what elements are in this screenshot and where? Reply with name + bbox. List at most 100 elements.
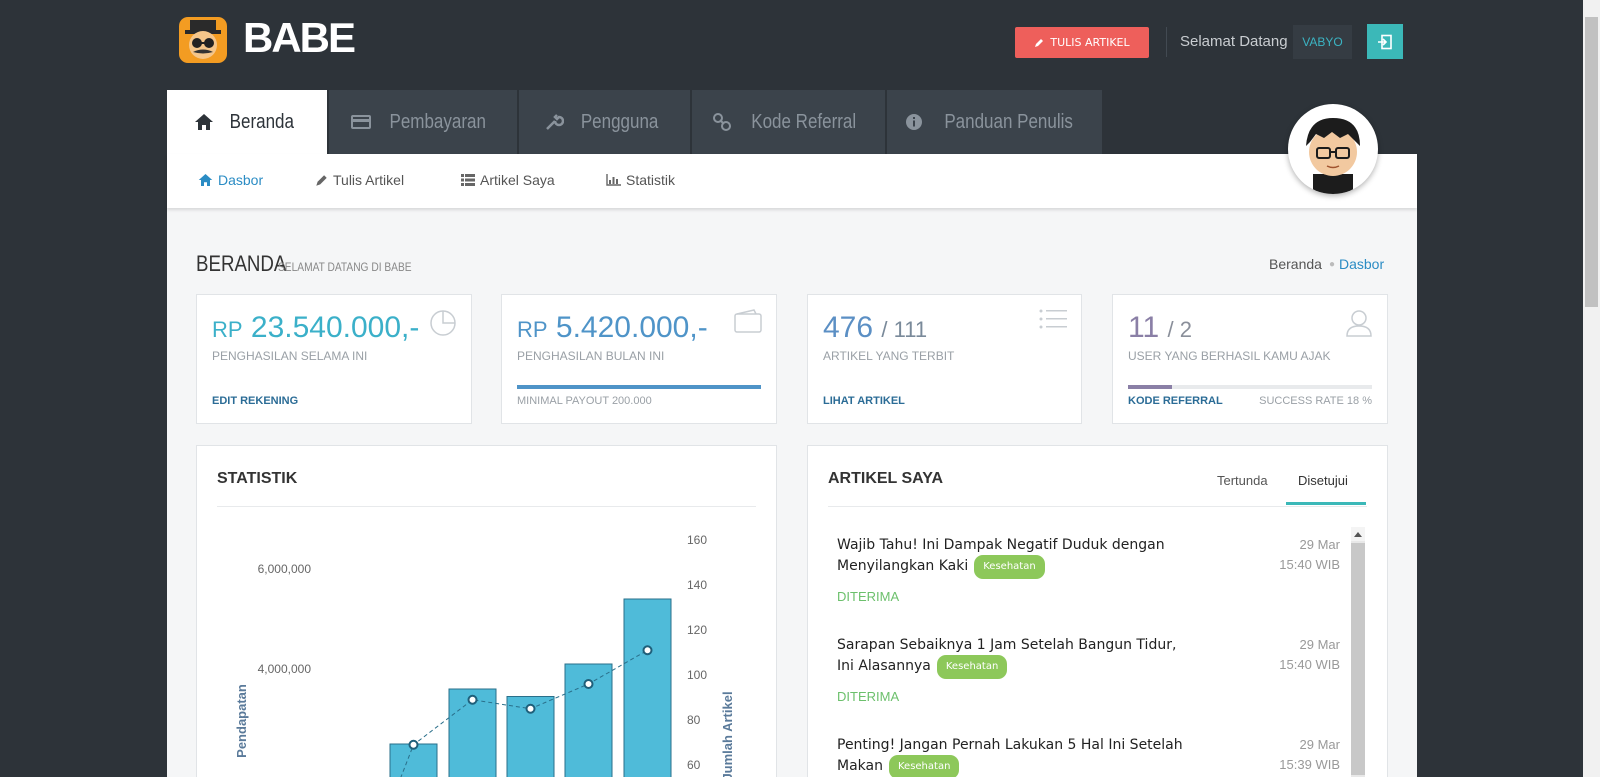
y-tick-label-right: 80 [687,713,701,727]
user-icon [1346,310,1372,337]
list-icon [461,174,475,186]
minimal-payout-text: MINIMAL PAYOUT 200.000 [517,395,652,407]
divider [828,506,1367,507]
scroll-up-arrow[interactable] [1351,527,1365,541]
stat-value: 11 / 2 [1128,311,1192,345]
tab-kode-referral[interactable]: Kode Referral [692,90,885,154]
brand-logo-text[interactable]: BABE [243,14,356,62]
active-tab-indicator [1286,502,1366,505]
page-scrollbar-thumb[interactable] [1585,17,1598,307]
stat-card-total-income: RP 23.540.000,- PENGHASILAN SELAMA INI E… [196,294,472,424]
stat-label: PENGHASILAN BULAN INI [517,349,665,363]
list-item[interactable]: Penting! Jangan Pernah Lakukan 5 Hal Ini… [837,735,1187,777]
y-axis-label-left: Pendapatan [234,684,249,758]
payout-progress-fill [517,385,761,389]
article-title[interactable]: Wajib Tahu! Ini Dampak Negatif Duduk den… [837,535,1177,579]
list-item[interactable]: Wajib Tahu! Ini Dampak Negatif Duduk den… [837,535,1177,604]
tab-panduan-penulis[interactable]: Panduan Penulis [887,90,1102,154]
kode-referral-link[interactable]: KODE REFERRAL [1128,395,1223,407]
home-icon [195,114,214,130]
pie-chart-icon [430,310,456,336]
avatar[interactable] [1288,104,1378,194]
breadcrumb-beranda[interactable]: Beranda [1269,256,1322,272]
logout-icon [1378,34,1392,49]
lihat-artikel-link[interactable]: LIHAT ARTIKEL [823,395,905,407]
write-article-label: TULIS ARTIKEL [1050,36,1130,49]
chart-point [583,679,594,689]
stat-card-monthly-income: RP 5.420.000,- PENGHASILAN BULAN INI MIN… [501,294,777,424]
stat-value: RP 23.540.000,- [212,311,419,345]
scroll-thumb[interactable] [1351,543,1365,775]
tab-pembayaran[interactable]: Pembayaran [329,90,517,154]
breadcrumb-separator: ● [1329,259,1336,270]
category-tag[interactable]: Kesehatan [974,555,1045,579]
y-axis-label-right: Jumlah Artikel [720,691,735,777]
page-subtitle: SELAMAT DATANG DI BABE [278,260,412,274]
subnav-artikel-saya[interactable]: Artikel Saya [461,172,555,188]
y-tick-label-right: 120 [687,623,707,637]
chart-point [525,703,536,714]
logout-button[interactable] [1367,24,1403,59]
statistik-title: STATISTIK [217,470,298,487]
subnav-dasbor[interactable]: Dasbor [198,172,263,188]
pencil-icon [316,174,327,186]
subnav-label: Statistik [626,172,676,188]
y-tick-label-left: 4,000,000 [258,662,312,676]
subnav-label: Dasbor [218,172,264,188]
category-tag[interactable]: Kesehatan [888,755,960,777]
tab-pengguna[interactable]: Pengguna [519,90,690,154]
chart-bar [623,598,672,777]
tab-tertunda[interactable]: Tertunda [1217,473,1268,488]
tab-label: Pembayaran [389,110,487,133]
divider [217,506,756,507]
wallet-icon [734,309,762,333]
article-title[interactable]: Penting! Jangan Pernah Lakukan 5 Hal Ini… [837,735,1187,777]
article-title[interactable]: Sarapan Sebaiknya 1 Jam Setelah Bangun T… [837,635,1187,679]
home-icon [198,174,213,186]
link-icon [712,113,731,131]
chart-point [408,739,419,750]
stat-suffix: / 111 [881,317,928,342]
y-tick-label-right: 60 [687,758,701,772]
payout-progress-track [517,385,761,389]
bar-chart-icon [606,174,621,186]
subnav-label: Tulis Artikel [333,172,405,188]
article-date: 29 Mar 15:39 WIB [1279,737,1340,772]
tab-beranda[interactable]: Beranda [167,90,327,154]
article-status: DITERIMA [837,689,900,704]
chart-point [642,645,653,656]
stat-prefix: RP [517,317,548,342]
breadcrumb-dasbor[interactable]: Dasbor [1339,256,1384,272]
list-item[interactable]: Sarapan Sebaiknya 1 Jam Setelah Bangun T… [837,635,1187,704]
category-tag[interactable]: Kesehatan [936,655,1008,679]
subnav-statistik[interactable]: Statistik [606,172,675,188]
tab-label: Panduan Penulis [944,110,1073,133]
statistik-box: STATISTIK 6,000,000 4,000,000 160 140 120 100… [196,445,777,777]
article-date: 29 Mar 15:40 WIB [1279,637,1340,672]
tab-disetujui[interactable]: Disetujui [1298,473,1348,488]
subnav-tulis-artikel[interactable]: Tulis Artikel [315,172,404,188]
stat-prefix: RP [212,317,243,342]
stat-card-articles: 476 / 111 ARTIKEL YANG TERBIT LIHAT ARTI… [807,294,1082,424]
write-article-button[interactable]: TULIS ARTIKEL [1015,27,1149,58]
referral-progress-track [1128,385,1372,389]
topbar-divider [1166,27,1167,57]
edit-rekening-link[interactable]: EDIT REKENING [212,395,298,407]
article-list-scrollbar[interactable] [1351,527,1365,777]
stat-card-referrals: 11 / 2 USER YANG BERHASIL KAMU AJAK KODE… [1112,294,1388,424]
stat-suffix: / 2 [1167,317,1192,342]
stat-value: 476 / 111 [823,311,927,345]
chart-point [467,694,478,705]
stat-number: 23.540.000,- [250,311,420,344]
stat-value: RP 5.420.000,- [517,311,708,345]
username-badge[interactable]: VABYO [1293,25,1352,59]
tab-label: Beranda [229,110,295,133]
y-tick-label-right: 160 [687,533,707,547]
stat-label: USER YANG BERHASIL KAMU AJAK [1128,349,1331,363]
list-icon [1039,309,1067,329]
brand-logo-icon[interactable] [179,17,227,63]
artikel-box: ARTIKEL SAYA [807,445,1388,777]
wrench-icon [546,114,564,130]
y-tick-label-right: 100 [687,668,707,682]
pencil-icon [1035,38,1044,47]
